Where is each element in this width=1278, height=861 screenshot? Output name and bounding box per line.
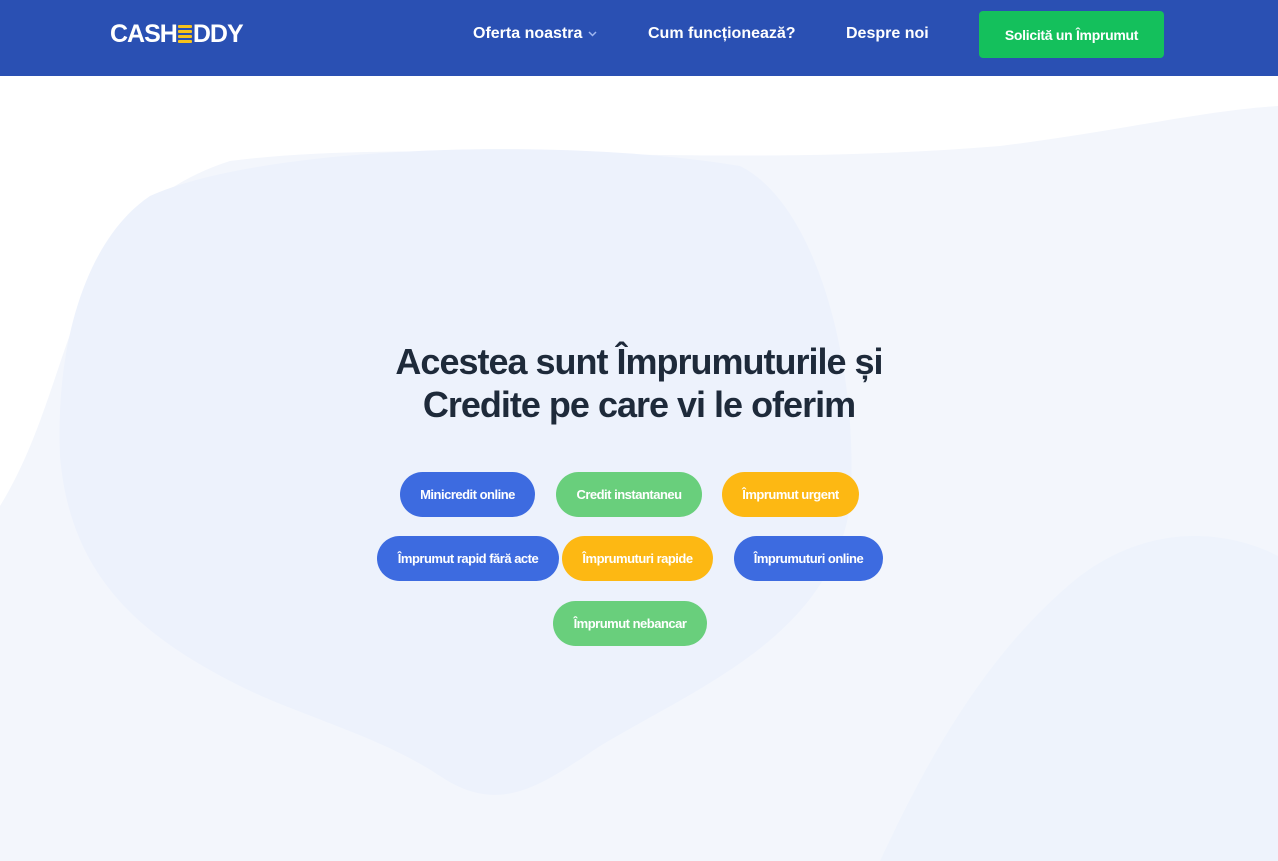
headline-line-2: Credite pe care vi le oferim xyxy=(422,384,856,425)
cashddy-logo[interactable]: CASH DDY xyxy=(110,19,244,48)
tag-imprumut-rapid-fara-acte[interactable]: Împrumut rapid fără acte xyxy=(377,536,559,581)
headline-line-1: Acestea sunt Împrumuturile și xyxy=(395,341,883,382)
logo-text-right: DDY xyxy=(192,19,244,48)
nav-item-offer-label: Oferta noastra xyxy=(473,25,583,42)
site-header: CASH DDY Oferta noastra Cum funcționează… xyxy=(0,0,1278,76)
section-headline: Acestea sunt Împrumuturile și Credite pe… xyxy=(339,340,939,426)
tag-imprumuturi-rapide[interactable]: Împrumuturi rapide xyxy=(562,536,713,581)
nav-item-offer[interactable]: Oferta noastra xyxy=(473,24,597,44)
logo-text-left: CASH xyxy=(110,19,178,48)
nav-item-about-us[interactable]: Despre noi xyxy=(846,24,929,44)
tag-imprumuturi-online[interactable]: Împrumuturi online xyxy=(734,536,883,581)
nav-item-how-it-works[interactable]: Cum funcționează? xyxy=(648,24,796,44)
chevron-down-icon xyxy=(588,31,597,37)
logo-stripes-icon xyxy=(177,24,192,44)
tag-credit-instantaneu[interactable]: Credit instantaneu xyxy=(556,472,702,517)
tag-minicredit-online[interactable]: Minicredit online xyxy=(400,472,535,517)
background-blobs xyxy=(0,106,1278,861)
request-loan-button[interactable]: Solicită un Împrumut xyxy=(979,11,1164,58)
tag-imprumut-urgent[interactable]: Împrumut urgent xyxy=(722,472,859,517)
tag-imprumut-nebancar[interactable]: Împrumut nebancar xyxy=(553,601,707,646)
